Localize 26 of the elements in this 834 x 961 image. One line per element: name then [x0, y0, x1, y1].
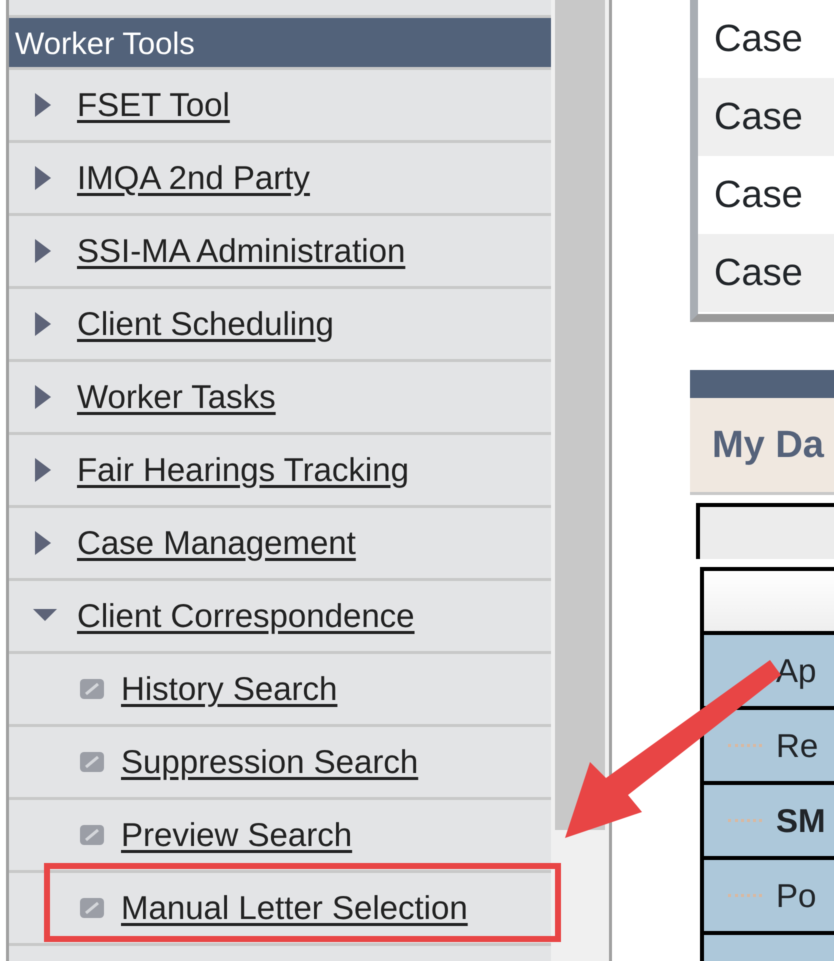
case-text: Case [714, 94, 803, 140]
submenu-link[interactable]: History Search [121, 664, 338, 714]
case-text: Case [714, 250, 803, 296]
menu-link[interactable]: Client Correspondence [77, 591, 415, 641]
menu-title: Worker Tools [9, 15, 551, 67]
tree-row[interactable]: Re [700, 710, 834, 785]
document-icon [79, 751, 105, 773]
menu-link[interactable]: FSET Tool [77, 80, 230, 130]
tree-row[interactable]: SM [700, 785, 834, 860]
document-icon [79, 897, 105, 919]
case-text: Case [714, 172, 803, 218]
panel-title: My Da [712, 422, 824, 468]
submenu-link[interactable]: Suppression Search [121, 737, 418, 787]
menu-link[interactable]: Fair Hearings Tracking [77, 445, 409, 495]
tree-row[interactable]: Po [700, 860, 834, 935]
submenu-link[interactable]: Manual Letter Selection [121, 883, 468, 933]
menu-link[interactable]: SSI-MA Administration [77, 226, 406, 276]
document-icon [79, 824, 105, 846]
case-text: Case [714, 16, 803, 62]
menu-link[interactable]: Client Scheduling [77, 299, 334, 349]
document-icon [79, 678, 105, 700]
menu-link[interactable]: Case Management [77, 518, 356, 568]
menu-link[interactable]: Worker Tasks [77, 372, 276, 422]
scrollbar-thumb[interactable] [555, 0, 605, 830]
submenu-link[interactable]: Preview Search [121, 810, 352, 860]
menu-link[interactable]: IMQA 2nd Party [77, 153, 310, 203]
